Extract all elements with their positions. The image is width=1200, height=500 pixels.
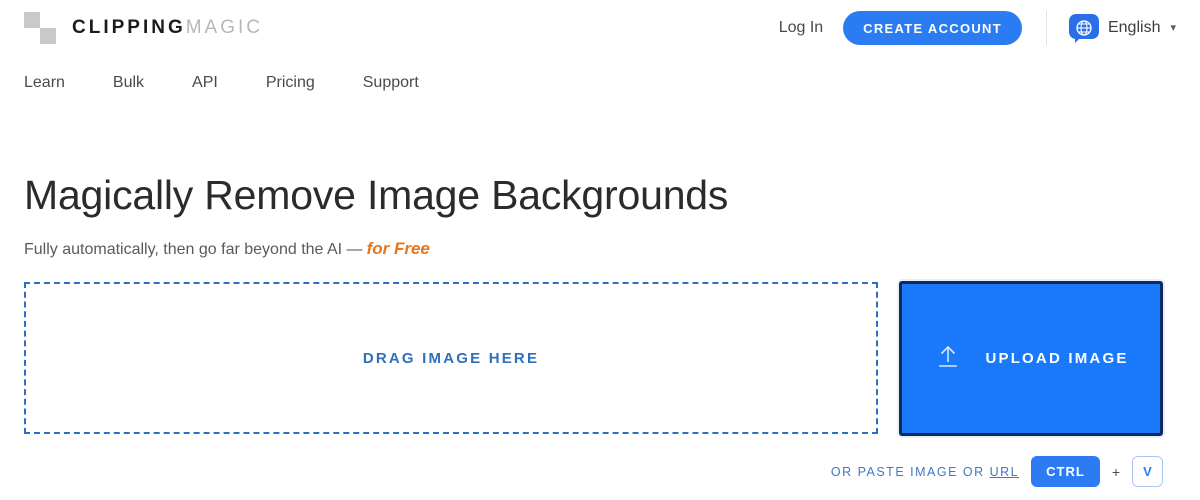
upload-image-button[interactable]: UPLOAD IMAGE — [899, 281, 1163, 436]
upload-arrow-icon — [933, 341, 963, 376]
nav-item-learn[interactable]: Learn — [24, 68, 65, 98]
ctrl-key-button[interactable]: CTRL — [1031, 456, 1100, 487]
brand-wordmark: CLIPPINGMAGIC — [72, 17, 263, 39]
upload-image-label: UPLOAD IMAGE — [985, 350, 1129, 367]
nav-item-bulk[interactable]: Bulk — [113, 68, 144, 98]
paste-hint: OR PASTE IMAGE OR URL CTRL + V — [831, 456, 1163, 487]
main-nav: Learn Bulk API Pricing Support — [24, 68, 419, 98]
language-selector[interactable]: English ▾ — [1068, 13, 1176, 43]
header-divider — [1045, 11, 1047, 45]
v-key-button[interactable]: V — [1132, 456, 1163, 487]
globe-speech-bubble-icon — [1068, 13, 1099, 43]
checkerboard-logo-icon — [24, 12, 56, 44]
language-label: English — [1107, 19, 1161, 36]
page-title: Magically Remove Image Backgrounds — [24, 172, 729, 218]
page-subtitle: Fully automatically, then go far beyond … — [24, 239, 430, 259]
create-account-button[interactable]: CREATE ACCOUNT — [843, 11, 1022, 45]
nav-item-api[interactable]: API — [192, 68, 218, 98]
nav-item-support[interactable]: Support — [363, 68, 419, 98]
image-dropzone[interactable]: DRAG IMAGE HERE — [24, 282, 878, 434]
paste-hint-prefix: OR PASTE IMAGE OR — [830, 464, 985, 479]
brand-name-secondary: MAGIC — [185, 17, 264, 38]
nav-item-pricing[interactable]: Pricing — [266, 68, 315, 98]
chevron-down-icon: ▾ — [1170, 21, 1176, 34]
login-link[interactable]: Log In — [779, 19, 823, 37]
dropzone-label: DRAG IMAGE HERE — [362, 349, 540, 367]
subtitle-highlight: for Free — [366, 239, 430, 258]
brand-logo[interactable]: CLIPPINGMAGIC — [24, 12, 263, 44]
subtitle-text: Fully automatically, then go far beyond … — [24, 241, 363, 258]
brand-name-primary: CLIPPING — [72, 17, 186, 38]
site-header: CLIPPINGMAGIC Log In CREATE ACCOUNT Engl… — [0, 0, 1200, 56]
paste-url-link[interactable]: URL — [990, 465, 1020, 479]
header-actions: Log In CREATE ACCOUNT English ▾ — [779, 11, 1176, 45]
paste-hint-text: OR PASTE IMAGE OR URL — [831, 465, 1019, 479]
key-separator: + — [1111, 463, 1120, 480]
